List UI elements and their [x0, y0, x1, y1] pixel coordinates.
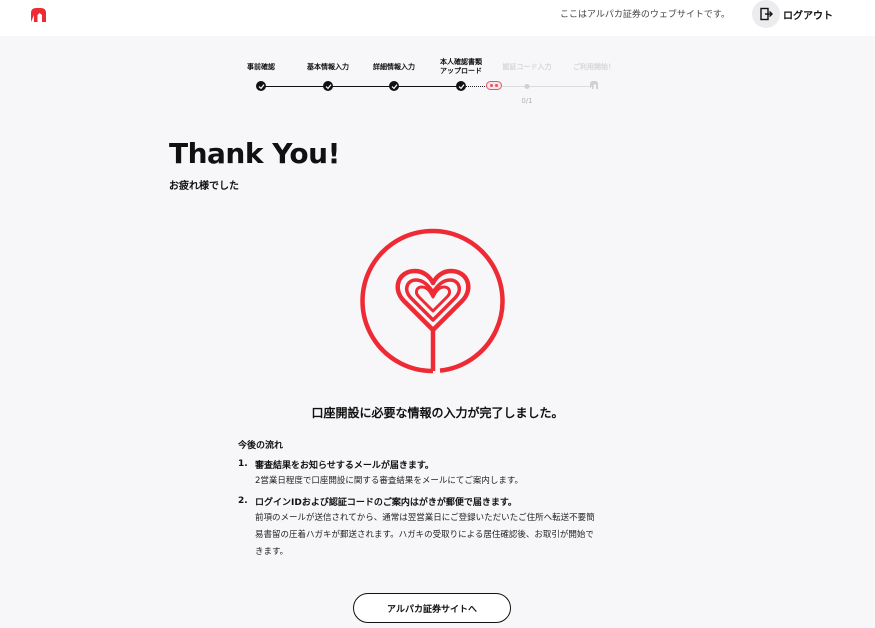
site-note: ここはアルパカ証券のウェブサイトです。	[560, 10, 731, 20]
step-pending-dot	[524, 84, 530, 89]
step-label-3: 詳細情報入力	[373, 63, 415, 71]
step-label-6: ご利用開始！	[573, 63, 615, 71]
page-subtitle: お疲れ様でした	[169, 181, 239, 192]
finish-logo-icon	[590, 81, 598, 89]
completion-message: 口座開設に必要な情報の入力が完了しました。	[311, 406, 564, 420]
list-item-body: 前項のメールが送信されてから、通常は翌営業日にご登録いただいたご住所へ転送不要簡…	[255, 513, 595, 557]
list-item-heading: 審査結果をお知らせするメールが届きます。	[255, 461, 434, 471]
step-label-1: 事前確認	[247, 63, 275, 71]
next-steps-list: 1. 審査結果をお知らせするメールが届きます。 2営業日程度で口座開設に関する審…	[238, 459, 638, 567]
current-step-indicator	[486, 81, 502, 90]
go-to-site-button[interactable]: アルパカ証券サイトへ	[353, 593, 511, 623]
step-label-5: 認証コード入力	[502, 63, 552, 71]
step-label-2: 基本情報入力	[307, 63, 349, 71]
sub-step-count: 0/1	[521, 97, 533, 105]
list-item-body: 2営業日程度で口座開設に関する審査結果をメールにてご案内します。	[255, 476, 524, 486]
step-connector-done	[261, 86, 461, 87]
progress-stepper: 事前確認 基本情報入力 詳細情報入力 本人確認書類 アップロード 認証コード入力…	[0, 56, 875, 116]
page-title: Thank You!	[169, 137, 340, 170]
list-item: 1. 審査結果をお知らせするメールが届きます。 2営業日程度で口座開設に関する審…	[238, 459, 638, 490]
step-check-icon	[456, 81, 466, 91]
logout-icon	[752, 0, 780, 28]
heart-emblem-icon	[360, 228, 505, 374]
list-item: 2. ログインIDおよび認証コードのご案内はがきが郵便で届きます。 前項のメール…	[238, 496, 638, 561]
step-label-4: 本人確認書類 アップロード	[440, 58, 482, 75]
alpaca-logo-icon[interactable]	[30, 7, 47, 23]
step-connector-pending	[502, 86, 594, 87]
logout-button[interactable]: ログアウト	[752, 0, 833, 28]
list-number: 2.	[238, 496, 248, 506]
step-check-icon	[323, 81, 333, 91]
step-check-icon	[256, 81, 266, 91]
list-item-heading: ログインIDおよび認証コードのご案内はがきが郵便で届きます。	[255, 498, 517, 508]
logout-label: ログアウト	[783, 10, 833, 22]
top-header: ここはアルパカ証券のウェブサイトです。 ログアウト	[0, 0, 875, 36]
list-number: 1.	[238, 459, 248, 469]
next-steps-title: 今後の流れ	[238, 441, 284, 451]
step-check-icon	[389, 81, 399, 91]
